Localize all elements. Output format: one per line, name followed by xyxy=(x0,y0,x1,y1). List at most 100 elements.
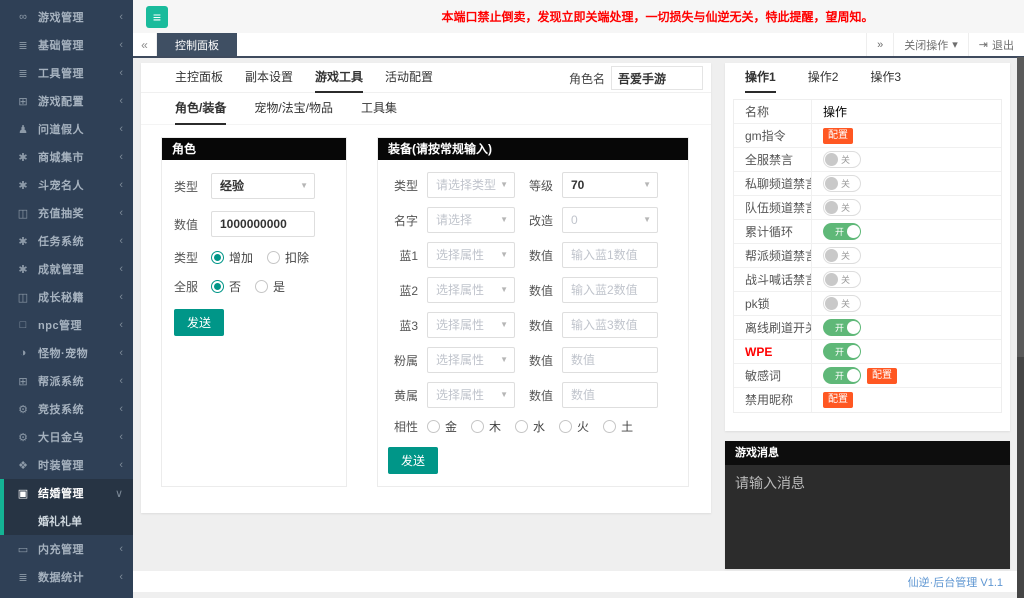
sidebar-subitem-wedding-gift-list[interactable]: 婚礼礼单 xyxy=(4,507,133,535)
role-value-input[interactable] xyxy=(211,211,315,237)
close-actions-dropdown[interactable]: 关闭操作 ▾ xyxy=(893,33,968,56)
sidebar-item-monster-pet[interactable]: ◑ 怪物·宠物 ‹ xyxy=(0,339,133,367)
sidebar-item-achievement[interactable]: ✱ 成就管理 ‹ xyxy=(0,255,133,283)
sidebar-item-mall[interactable]: ✱ 商城集市 ‹ xyxy=(0,143,133,171)
sidebar-item-growth-book[interactable]: ◫ 成长秘籍 ‹ xyxy=(0,283,133,311)
radio-element-fire[interactable]: 火 xyxy=(559,418,589,435)
equip-blue3-value-input[interactable] xyxy=(562,312,658,338)
radio-subtract[interactable]: 扣除 xyxy=(267,249,309,266)
radio-scope-yes[interactable]: 是 xyxy=(255,278,285,295)
sidebar-item-game-config[interactable]: ⊞ 游戏配置 ‹ xyxy=(0,87,133,115)
chevron-left-icon: ‹ xyxy=(119,95,123,107)
hamburger-menu-button[interactable]: ≡ xyxy=(146,6,168,28)
sidebar-item-dummy[interactable]: ♟ 问道假人 ‹ xyxy=(0,115,133,143)
radio-dot xyxy=(427,420,440,433)
equip-mod-select[interactable]: 0 ▼ xyxy=(562,207,658,233)
equip-blue2-select[interactable]: 选择属性 ▼ xyxy=(427,277,515,303)
sidebar-item-tool-mgmt[interactable]: ≣ 工具管理 ‹ xyxy=(0,59,133,87)
equip-type-select[interactable]: 请选择类型 ▼ xyxy=(427,172,515,198)
radio-element-metal[interactable]: 金 xyxy=(427,418,457,435)
toggle-off[interactable]: 关 xyxy=(823,247,861,264)
radio-element-earth[interactable]: 土 xyxy=(603,418,633,435)
logout-button[interactable]: ⇥ 退出 xyxy=(968,33,1024,56)
radio-element-water[interactable]: 水 xyxy=(515,418,545,435)
role-name-input[interactable] xyxy=(611,66,703,90)
topbar: ≡ 本端口禁止倒卖，发现立即关端处理，一切损失与仙逆无关，特此提醒，望周知。 xyxy=(133,0,1024,33)
vertical-scrollbar[interactable] xyxy=(1017,57,1024,598)
ops-row-team-channel-mute: 队伍频道禁言 关 xyxy=(734,196,1001,220)
caret-icon: ▼ xyxy=(500,313,508,337)
toggle-off[interactable]: 关 xyxy=(823,175,861,192)
sidebar-item-task-system[interactable]: ✱ 任务系统 ‹ xyxy=(0,227,133,255)
sidebar-item-data-stats[interactable]: ≣ 数据统计 ‹ xyxy=(0,563,133,591)
equip-blue2-value-input[interactable] xyxy=(562,277,658,303)
toggle-off[interactable]: 关 xyxy=(823,199,861,216)
equip-pink-select[interactable]: 选择属性 ▼ xyxy=(427,347,515,373)
tab-activity-config[interactable]: 活动配置 xyxy=(385,63,433,93)
tab-ops1[interactable]: 操作1 xyxy=(745,63,776,93)
scroll-tabs-right-button[interactable]: » xyxy=(866,33,893,56)
equip-yellow-select[interactable]: 选择属性 ▼ xyxy=(427,382,515,408)
sidebar-item-recharge-mgmt[interactable]: ▭ 内充管理 ‹ xyxy=(0,535,133,563)
equip-yellow-value-input[interactable] xyxy=(562,382,658,408)
sidebar-item-pet-celeb[interactable]: ✱ 斗宠名人 ‹ xyxy=(0,171,133,199)
role-type-select[interactable]: 经验 ▼ xyxy=(211,173,315,199)
scrollbar-thumb[interactable] xyxy=(1017,57,1024,357)
toggle-on[interactable]: 开 xyxy=(823,223,861,240)
subtab-toolset[interactable]: 工具集 xyxy=(361,93,397,125)
main-panel: 主控面板 副本设置 游戏工具 活动配置 角色名 角色/装备 宠物/法宝/物品 工… xyxy=(141,63,711,513)
sidebar-item-marriage-mgmt[interactable]: ▣ 结婚管理 ∨ xyxy=(4,479,133,507)
subtab-role-equip[interactable]: 角色/装备 xyxy=(175,93,226,125)
sidebar-item-fashion-mgmt[interactable]: ❖ 时装管理 ‹ xyxy=(0,451,133,479)
chevron-left-icon: ‹ xyxy=(119,319,123,331)
sidebar-item-arena-system[interactable]: ⚙ 竞技系统 ‹ xyxy=(0,395,133,423)
toggle-off[interactable]: 关 xyxy=(823,295,861,312)
warning-banner: 本端口禁止倒卖，发现立即关端处理，一切损失与仙逆无关，特此提醒，望周知。 xyxy=(291,8,1024,25)
sidebar-item-golden-crow[interactable]: ⚙ 大日金乌 ‹ xyxy=(0,423,133,451)
toggle-on[interactable]: 开 xyxy=(823,343,861,360)
ops-row-guild-channel-mute: 帮派频道禁言 关 xyxy=(734,244,1001,268)
sidebar-item-recharge-lottery[interactable]: ◫ 充值抽奖 ‹ xyxy=(0,199,133,227)
radio-add[interactable]: 增加 xyxy=(211,249,253,266)
version-link[interactable]: 仙逆·后台管理 V1.1 xyxy=(908,574,1003,590)
equip-pink-label: 粉属 xyxy=(388,352,418,369)
game-message-input[interactable] xyxy=(725,465,1010,569)
equip-blue1-value-input[interactable] xyxy=(562,242,658,268)
sidebar-item-basic-mgmt[interactable]: ≣ 基础管理 ‹ xyxy=(0,31,133,59)
config-button[interactable]: 配置 xyxy=(823,128,853,144)
config-button[interactable]: 配置 xyxy=(823,392,853,408)
equip-blue1-select[interactable]: 选择属性 ▼ xyxy=(427,242,515,268)
equip-name-select[interactable]: 请选择 ▼ xyxy=(427,207,515,233)
config-button[interactable]: 配置 xyxy=(867,368,897,384)
share-icon: ❖ xyxy=(15,459,31,472)
radio-element-wood[interactable]: 木 xyxy=(471,418,501,435)
tab-dungeon-settings[interactable]: 副本设置 xyxy=(245,63,293,93)
equip-pink-value-input[interactable] xyxy=(562,347,658,373)
equip-blue3-select[interactable]: 选择属性 ▼ xyxy=(427,312,515,338)
equip-blue3-label: 蓝3 xyxy=(388,317,418,334)
scroll-tabs-left-button[interactable]: « xyxy=(133,33,157,56)
sidebar-item-npc-mgmt[interactable]: □ npc管理 ‹ xyxy=(0,311,133,339)
equip-send-button[interactable]: 发送 xyxy=(388,447,438,474)
tab-game-tools[interactable]: 游戏工具 xyxy=(315,63,363,93)
sidebar-item-game-mgmt[interactable]: ∞ 游戏管理 ‹ xyxy=(0,3,133,31)
contrast-icon: ◑ xyxy=(15,347,31,359)
equip-level-select[interactable]: 70 ▼ xyxy=(562,172,658,198)
tab-ops3[interactable]: 操作3 xyxy=(870,63,901,93)
app-root: ∞ 游戏管理 ‹ ≣ 基础管理 ‹ ≣ 工具管理 ‹ ⊞ 游戏配置 ‹ ♟ 问道… xyxy=(0,0,1024,598)
radio-scope-no[interactable]: 否 xyxy=(211,278,241,295)
toggle-on[interactable]: 开 xyxy=(823,319,861,336)
caret-icon: ▼ xyxy=(500,208,508,232)
square-dot-icon: ▣ xyxy=(15,487,31,500)
role-send-button[interactable]: 发送 xyxy=(174,309,224,336)
toggle-off[interactable]: 关 xyxy=(823,271,861,288)
tab-ops2[interactable]: 操作2 xyxy=(808,63,839,93)
toggle-off[interactable]: 关 xyxy=(823,151,861,168)
caret-icon: ▼ xyxy=(500,243,508,267)
sidebar-item-guild-system[interactable]: ⊞ 帮派系统 ‹ xyxy=(0,367,133,395)
tab-main-console[interactable]: 主控面板 xyxy=(175,63,223,93)
subtab-pet-treasure-item[interactable]: 宠物/法宝/物品 xyxy=(254,93,333,125)
toggle-on[interactable]: 开 xyxy=(823,367,861,384)
table-icon: ⊞ xyxy=(15,375,31,388)
tab-control-panel[interactable]: 控制面板 xyxy=(157,33,237,56)
